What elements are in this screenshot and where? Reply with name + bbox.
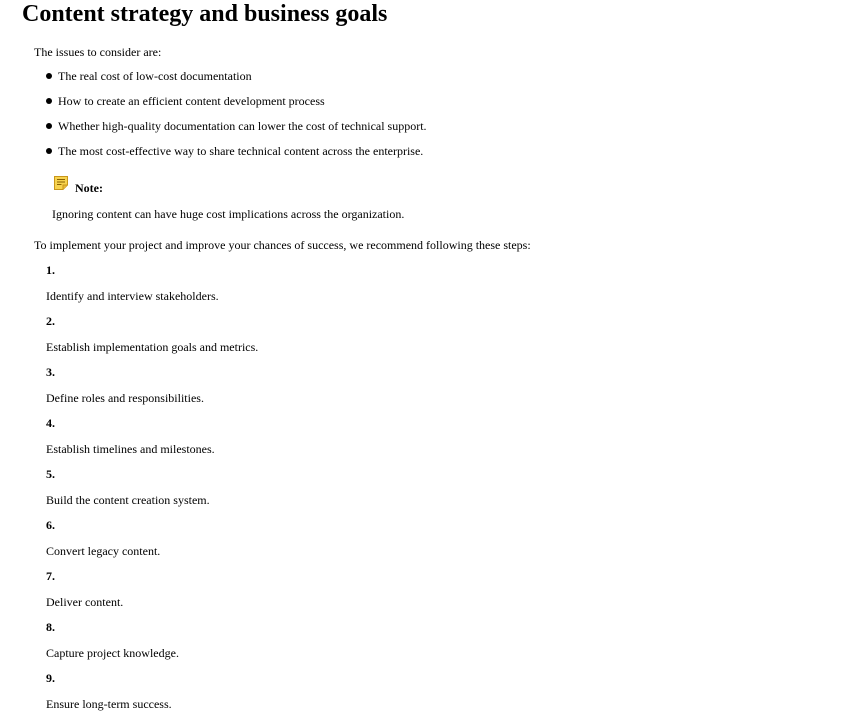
steps-intro: To implement your project and improve yo… xyxy=(34,238,531,252)
bullet-icon xyxy=(46,148,52,154)
step-text: Capture project knowledge. xyxy=(46,646,179,660)
page-title: Content strategy and business goals xyxy=(22,1,388,27)
bullet-icon xyxy=(46,98,52,104)
step-text: Establish implementation goals and metri… xyxy=(46,340,259,354)
note-text: Ignoring content can have huge cost impl… xyxy=(52,207,405,221)
step-number: 8. xyxy=(46,620,55,634)
step-text: Convert legacy content. xyxy=(46,544,161,558)
list-item: Whether high-quality documentation can l… xyxy=(46,118,427,143)
note-label: Note: xyxy=(75,181,103,195)
issue-text: Whether high-quality documentation can l… xyxy=(58,119,427,133)
step-number: 5. xyxy=(46,467,55,481)
list-item: The most cost-effective way to share tec… xyxy=(46,143,427,168)
note-icon xyxy=(54,176,68,190)
step-number: 7. xyxy=(46,569,55,583)
step-number: 2. xyxy=(46,314,55,328)
step-number: 1. xyxy=(46,263,55,277)
bullet-icon xyxy=(46,123,52,129)
list-item: How to create an efficient content devel… xyxy=(46,93,427,118)
step-number: 6. xyxy=(46,518,55,532)
step-text: Identify and interview stakeholders. xyxy=(46,289,219,303)
step-text: Ensure long-term success. xyxy=(46,697,172,711)
list-item: The real cost of low-cost documentation xyxy=(46,68,427,93)
step-text: Establish timelines and milestones. xyxy=(46,442,215,456)
step-number: 9. xyxy=(46,671,55,685)
step-number: 3. xyxy=(46,365,55,379)
step-text: Deliver content. xyxy=(46,595,124,609)
step-text: Build the content creation system. xyxy=(46,493,210,507)
document-page: Content strategy and business goals The … xyxy=(0,0,848,722)
issue-text: The most cost-effective way to share tec… xyxy=(58,144,424,158)
issue-text: How to create an efficient content devel… xyxy=(58,94,325,108)
issue-text: The real cost of low-cost documentation xyxy=(58,69,252,83)
issues-intro: The issues to consider are: xyxy=(34,45,162,59)
step-text: Define roles and responsibilities. xyxy=(46,391,204,405)
issues-list: The real cost of low-cost documentation … xyxy=(46,68,427,168)
bullet-icon xyxy=(46,73,52,79)
step-number: 4. xyxy=(46,416,55,430)
